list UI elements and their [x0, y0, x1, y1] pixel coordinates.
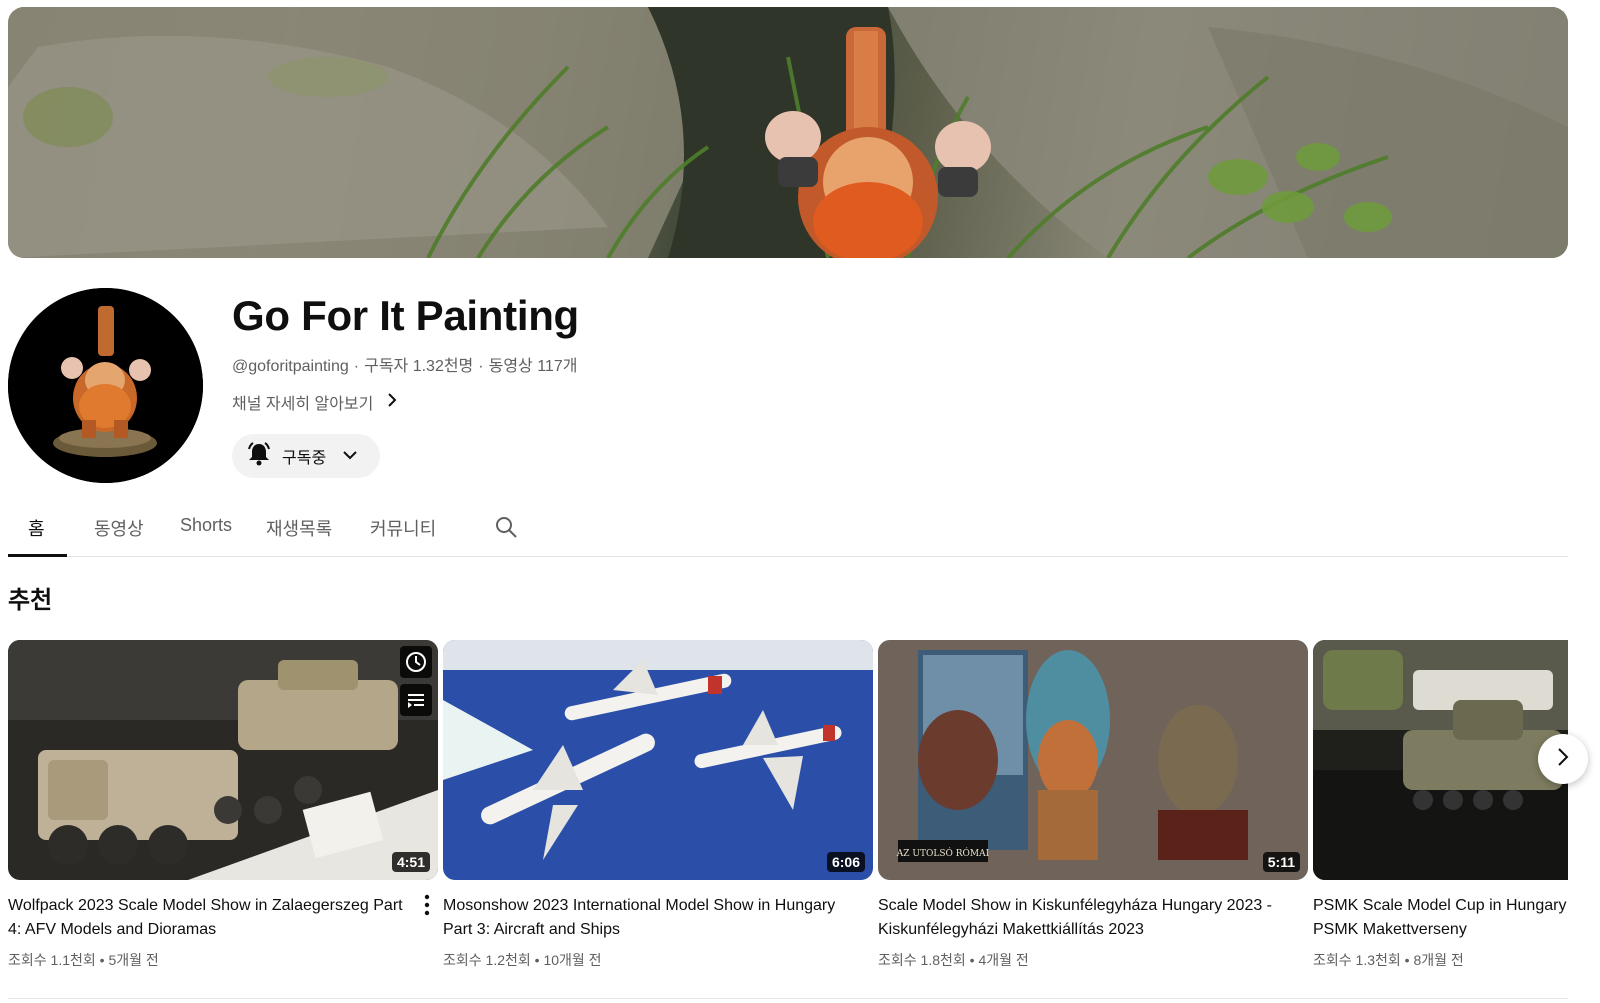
video-thumbnail[interactable]: 6:06 — [443, 640, 873, 880]
active-tab-indicator — [8, 554, 67, 557]
video-title[interactable]: Wolfpack 2023 Scale Model Show in Zalaeg… — [8, 894, 403, 942]
tab-home[interactable]: 홈 — [28, 515, 45, 541]
meta-separator: · — [478, 358, 484, 375]
video-duration: 6:06 — [826, 852, 865, 872]
channel-meta: @goforitpainting · 구독자 1.32천명 · 동영상 117개 — [232, 352, 577, 376]
thumbnail-image — [8, 640, 438, 880]
about-link-label: 채널 자세히 알아보기 — [232, 396, 374, 413]
meta-separator: · — [353, 358, 360, 375]
video-age: 4개월 전 — [978, 952, 1029, 968]
channel-banner — [8, 7, 1568, 258]
section-divider — [8, 998, 1568, 999]
video-card[interactable]: AZ UTOLSÓ RÓMAI 5:11 Scale Model Show in… — [878, 640, 1308, 970]
subscriber-count: 구독자 1.32천명 — [364, 358, 474, 375]
chevron-right-icon — [1557, 747, 1569, 772]
video-meta: 조회수 1.1천회 • 5개월 전 — [8, 952, 159, 968]
plaque-text: AZ UTOLSÓ RÓMAI — [896, 847, 990, 859]
carousel-next-button[interactable] — [1538, 734, 1588, 784]
video-views: 조회수 1.3천회 — [1313, 952, 1401, 968]
video-title[interactable]: PSMK Scale Model Cup in Hungary vehicles… — [1313, 894, 1568, 942]
channel-about-link[interactable]: 채널 자세히 알아보기 — [232, 390, 397, 414]
video-thumbnail[interactable]: 4:51 — [8, 640, 438, 880]
banner-art — [8, 7, 1568, 258]
video-meta: 조회수 1.3천회 • 8개월 전 — [1313, 952, 1464, 968]
search-icon[interactable] — [494, 515, 518, 544]
video-duration: 4:51 — [391, 852, 430, 872]
clock-icon[interactable] — [400, 646, 432, 678]
video-meta: 조회수 1.2천회 • 10개월 전 — [443, 952, 602, 968]
channel-tabs: 홈 동영상 Shorts 재생목록 커뮤니티 — [8, 505, 1568, 557]
thumbnail-image: AZ UTOLSÓ RÓMAI — [878, 640, 1308, 880]
tab-community[interactable]: 커뮤니티 — [370, 515, 436, 541]
channel-handle: @goforitpainting — [232, 358, 349, 375]
video-duration: 5:11 — [1262, 852, 1300, 872]
video-thumbnail[interactable] — [1313, 640, 1568, 880]
thumbnail-image — [443, 640, 873, 880]
video-views: 조회수 1.8천회 — [878, 952, 966, 968]
tab-playlists[interactable]: 재생목록 — [266, 515, 332, 541]
chevron-right-icon — [387, 392, 397, 413]
channel-title: Go For It Painting — [232, 292, 579, 339]
subscribed-button[interactable]: 구독중 — [232, 434, 380, 478]
video-title[interactable]: Mosonshow 2023 International Model Show … — [443, 894, 838, 942]
video-age: 10개월 전 — [543, 952, 602, 968]
chevron-down-icon — [342, 447, 358, 465]
video-thumbnail[interactable]: AZ UTOLSÓ RÓMAI 5:11 — [878, 640, 1308, 880]
video-age: 5개월 전 — [108, 952, 159, 968]
tab-videos[interactable]: 동영상 — [94, 515, 144, 541]
video-card[interactable]: 4:51 Wolfpack 2023 Scale Model Show in Z… — [8, 640, 438, 970]
section-title: 추천 — [8, 587, 53, 614]
video-views: 조회수 1.2천회 — [443, 952, 531, 968]
video-card[interactable]: PSMK Scale Model Cup in Hungary vehicles… — [1313, 640, 1568, 970]
tab-shorts[interactable]: Shorts — [180, 515, 232, 536]
video-title[interactable]: Scale Model Show in Kiskunfélegyháza Hun… — [878, 894, 1273, 942]
page-viewport: Go For It Painting @goforitpainting · 구독자 … — [0, 0, 1568, 1003]
avatar-art — [8, 288, 203, 483]
bell-icon — [246, 441, 272, 472]
video-card[interactable]: 6:06 Mosonshow 2023 International Model … — [443, 640, 873, 970]
video-meta: 조회수 1.8천회 • 4개월 전 — [878, 952, 1029, 968]
video-views: 조회수 1.1천회 — [8, 952, 96, 968]
subscribe-label: 구독중 — [282, 450, 327, 467]
more-vert-icon[interactable] — [424, 894, 430, 921]
queue-icon[interactable] — [400, 684, 432, 716]
thumbnail-image — [1313, 640, 1568, 880]
video-age: 8개월 전 — [1413, 952, 1464, 968]
channel-avatar[interactable] — [8, 288, 203, 483]
video-count: 동영상 117개 — [488, 358, 578, 375]
